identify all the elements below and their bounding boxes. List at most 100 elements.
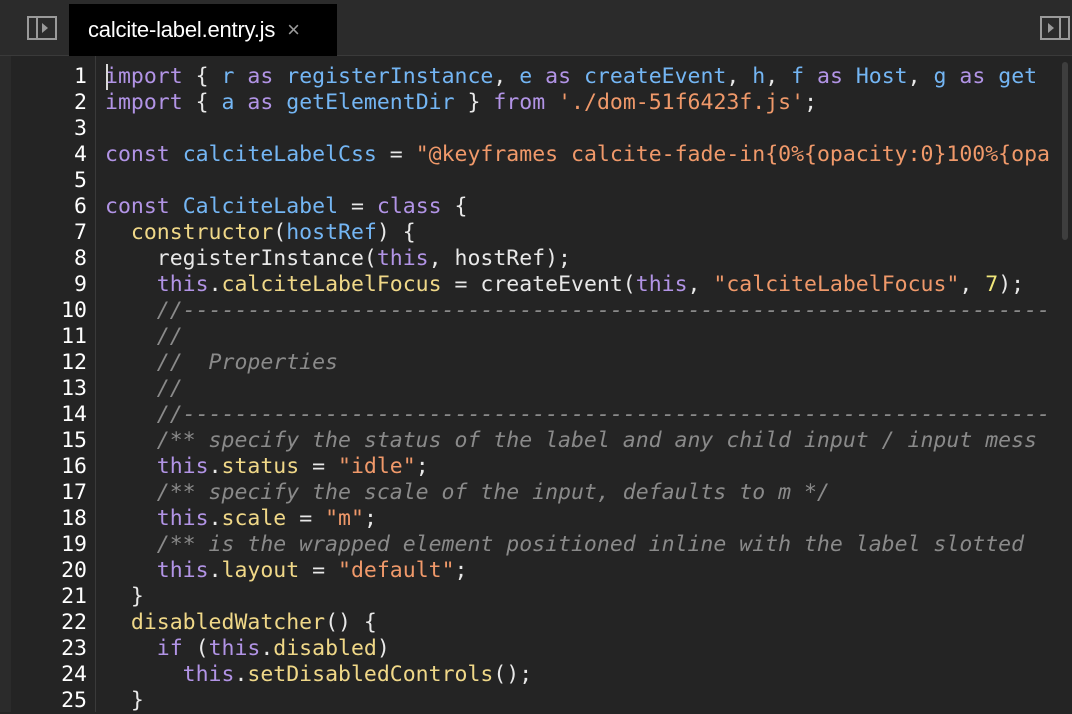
code-line[interactable]: registerInstance(this, hostRef); [105, 246, 1072, 272]
code-line[interactable]: // [105, 376, 1072, 402]
code-token: hostRef [286, 220, 377, 245]
code-token: import [105, 64, 183, 89]
code-line[interactable]: this.setDisabledControls(); [105, 662, 1072, 688]
code-token: () { [325, 610, 377, 635]
line-number: 23 [61, 636, 87, 661]
code-token: = [299, 558, 339, 583]
code-line[interactable] [105, 168, 1072, 194]
text-cursor [106, 64, 108, 90]
line-number: 11 [61, 324, 87, 349]
line-number: 14 [61, 402, 87, 427]
code-line[interactable]: } [105, 688, 1072, 714]
code-line[interactable]: import { r as registerInstance, e as cre… [105, 64, 1072, 90]
code-line[interactable]: const CalciteLabel = class { [105, 194, 1072, 220]
code-line[interactable] [105, 116, 1072, 142]
line-number: 16 [61, 454, 87, 479]
line-number: 12 [61, 350, 87, 375]
code-token: import [105, 90, 183, 115]
code-token: as [946, 64, 999, 89]
code-token: status [221, 454, 300, 479]
left-edge [0, 56, 11, 712]
code-token: layout [221, 558, 300, 583]
code-token: . [260, 636, 274, 661]
code-token: //--------------------------------------… [156, 402, 1050, 427]
code-line[interactable]: const calciteLabelCss = "@keyframes calc… [105, 142, 1072, 168]
right-sidebar-toggle-button[interactable] [1039, 14, 1071, 42]
code-token: . [208, 454, 222, 479]
code-token: as [234, 64, 287, 89]
line-number: 10 [61, 298, 87, 323]
line-number: 22 [61, 610, 87, 635]
code-token: , [726, 64, 753, 89]
code-line[interactable]: disabledWatcher() { [105, 610, 1072, 636]
code-line[interactable]: this.status = "idle"; [105, 454, 1072, 480]
code-token: this [376, 246, 429, 271]
close-icon[interactable]: × [287, 19, 300, 41]
code-token: = [299, 454, 339, 479]
code-line[interactable]: } [105, 584, 1072, 610]
code-line[interactable]: // [105, 324, 1072, 350]
code-token: // Properties [156, 350, 338, 375]
code-line[interactable]: /** specify the scale of the input, defa… [105, 480, 1072, 506]
code-token: . [234, 662, 248, 687]
line-number: 20 [61, 558, 87, 583]
code-line[interactable]: // Properties [105, 350, 1072, 376]
code-line[interactable]: /** is the wrapped element positioned in… [105, 532, 1072, 558]
code-token: { [441, 194, 468, 219]
code-line[interactable]: import { a as getElementDir } from './do… [105, 90, 1072, 116]
line-number: 5 [74, 168, 87, 193]
code-line[interactable]: constructor(hostRef) { [105, 220, 1072, 246]
code-token: } [105, 584, 144, 609]
code-token: . [208, 272, 222, 297]
code-token: ; [454, 558, 468, 583]
code-token: "calciteLabelFocus" [713, 272, 960, 297]
code-token: createEvent [583, 64, 727, 89]
code-line[interactable]: this.scale = "m"; [105, 506, 1072, 532]
code-token: ( [273, 220, 287, 245]
code-token: // [156, 324, 183, 349]
code-token: = [376, 142, 416, 167]
tab-calcite-label[interactable]: calcite-label.entry.js × [69, 4, 337, 56]
line-number: 3 [74, 116, 87, 141]
code-token: ; [415, 454, 429, 479]
code-line[interactable]: this.layout = "default"; [105, 558, 1072, 584]
code-token: disabledWatcher [130, 610, 326, 635]
code-line[interactable]: this.calciteLabelFocus = createEvent(thi… [105, 272, 1072, 298]
code-line[interactable]: /** specify the status of the label and … [105, 428, 1072, 454]
line-number: 4 [74, 142, 87, 167]
sidebar-toggle-button[interactable] [26, 14, 58, 42]
code-token: as [532, 64, 584, 89]
line-number: 7 [74, 220, 87, 245]
line-number: 18 [61, 506, 87, 531]
code-line[interactable]: //--------------------------------------… [105, 402, 1072, 428]
code-token: "default" [338, 558, 455, 583]
line-number: 17 [61, 480, 87, 505]
code-token: registerInstance [286, 64, 494, 89]
code-line[interactable]: //--------------------------------------… [105, 298, 1072, 324]
code-line[interactable]: if (this.disabled) [105, 636, 1072, 662]
code-token: "m" [325, 506, 364, 531]
tab-label: calcite-label.entry.js [88, 17, 276, 42]
code-token: './dom-51f6423f.js' [558, 90, 805, 115]
code-token: as [804, 64, 856, 89]
code-token: } [105, 688, 144, 713]
line-number: 15 [61, 428, 87, 453]
code-token: setDisabledControls [247, 662, 494, 687]
code-token: Host [855, 64, 908, 89]
code-token: ( [182, 636, 209, 661]
code-token: this [635, 272, 688, 297]
code-token: . [208, 506, 222, 531]
code-token: h [752, 64, 766, 89]
code-token: scale [221, 506, 287, 531]
code-token: ) { [376, 220, 416, 245]
sidebar-toggle-icon [27, 16, 57, 40]
code-token: { [182, 90, 222, 115]
